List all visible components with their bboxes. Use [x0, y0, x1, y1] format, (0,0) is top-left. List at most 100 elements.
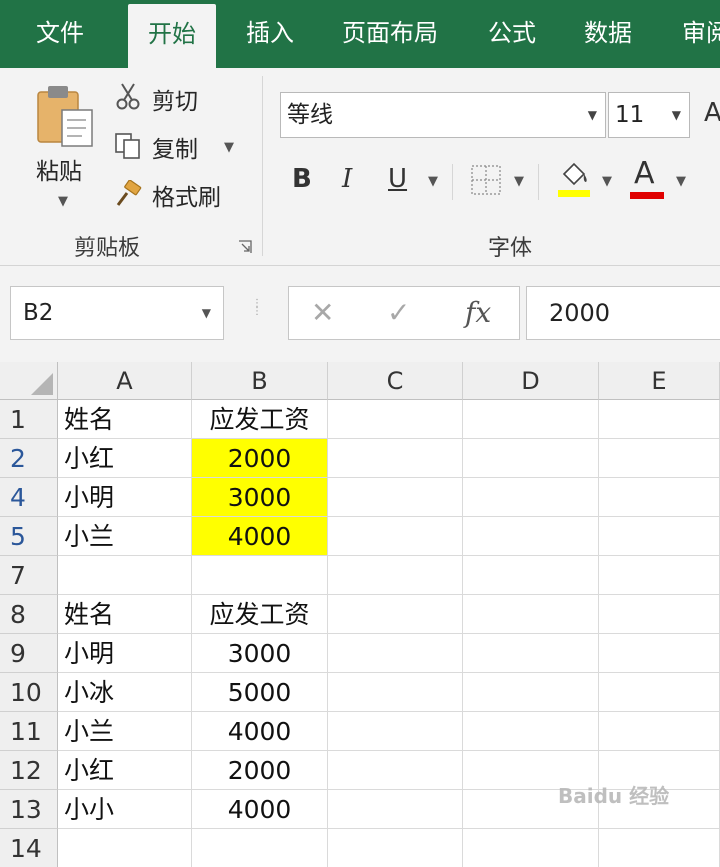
cell-e[interactable]	[599, 556, 720, 595]
formula-input[interactable]: 2000	[526, 286, 720, 340]
insert-function-button[interactable]: fx	[465, 287, 491, 339]
row-header[interactable]: 1	[0, 400, 58, 439]
cell-a[interactable]: 小兰	[58, 517, 192, 556]
cell-e[interactable]	[599, 400, 720, 439]
cancel-icon[interactable]: ✕	[311, 287, 334, 339]
borders-dropdown-icon[interactable]: ▼	[514, 174, 524, 189]
cell-e[interactable]	[599, 517, 720, 556]
cut-button[interactable]: 剪切	[152, 82, 198, 116]
cell-b[interactable]: 2000	[192, 439, 328, 478]
cell-d[interactable]	[463, 556, 599, 595]
row-header[interactable]: 10	[0, 673, 58, 712]
cell-c[interactable]	[328, 439, 463, 478]
cell-c[interactable]	[328, 634, 463, 673]
cell-e[interactable]	[599, 439, 720, 478]
row-header[interactable]: 9	[0, 634, 58, 673]
cell-a[interactable]	[58, 829, 192, 867]
cell-e[interactable]	[599, 829, 720, 867]
cell-b[interactable]	[192, 556, 328, 595]
cell-a[interactable]: 姓名	[58, 595, 192, 634]
cell-b[interactable]: 2000	[192, 751, 328, 790]
tab-review[interactable]: 审阅	[682, 0, 720, 68]
cell-c[interactable]	[328, 751, 463, 790]
cell-c[interactable]	[328, 478, 463, 517]
row-header[interactable]: 7	[0, 556, 58, 595]
cell-e[interactable]	[599, 634, 720, 673]
cell-d[interactable]	[463, 634, 599, 673]
cell-a[interactable]: 小小	[58, 790, 192, 829]
row-header[interactable]: 4	[0, 478, 58, 517]
column-header-c[interactable]: C	[328, 362, 463, 400]
underline-dropdown-icon[interactable]: ▼	[428, 174, 438, 189]
underline-button[interactable]: U	[388, 164, 407, 194]
cell-c[interactable]	[328, 595, 463, 634]
column-header-e[interactable]: E	[599, 362, 720, 400]
row-header[interactable]: 5	[0, 517, 58, 556]
cell-b[interactable]: 应发工资	[192, 595, 328, 634]
row-header[interactable]: 8	[0, 595, 58, 634]
cell-b[interactable]: 应发工资	[192, 400, 328, 439]
cell-c[interactable]	[328, 829, 463, 867]
paste-button[interactable]: 粘贴	[36, 152, 82, 186]
tab-file[interactable]: 文件	[36, 0, 84, 68]
copy-button[interactable]: 复制	[152, 130, 198, 164]
cell-d[interactable]	[463, 595, 599, 634]
row-header[interactable]: 2	[0, 439, 58, 478]
copy-dropdown-icon[interactable]: ▼	[224, 140, 234, 155]
cell-d[interactable]	[463, 829, 599, 867]
paste-dropdown-icon[interactable]: ▼	[58, 194, 68, 209]
cell-a[interactable]: 小红	[58, 751, 192, 790]
cell-b[interactable]	[192, 829, 328, 867]
cell-a[interactable]	[58, 556, 192, 595]
format-painter-button[interactable]: 格式刷	[152, 178, 221, 212]
column-header-d[interactable]: D	[463, 362, 599, 400]
cell-d[interactable]	[463, 400, 599, 439]
font-color-dropdown-icon[interactable]: ▼	[676, 174, 686, 189]
row-header[interactable]: 14	[0, 829, 58, 867]
cell-d[interactable]	[463, 478, 599, 517]
cell-c[interactable]	[328, 556, 463, 595]
cell-b[interactable]: 3000	[192, 634, 328, 673]
font-name-select[interactable]: 等线 ▼	[280, 92, 606, 138]
cell-e[interactable]	[599, 478, 720, 517]
tab-formulas[interactable]: 公式	[488, 0, 536, 68]
cell-c[interactable]	[328, 712, 463, 751]
font-size-select[interactable]: 11 ▼	[608, 92, 690, 138]
tab-page-layout[interactable]: 页面布局	[342, 0, 438, 68]
cell-a[interactable]: 小红	[58, 439, 192, 478]
row-header[interactable]: 11	[0, 712, 58, 751]
cell-d[interactable]	[463, 517, 599, 556]
dialog-launcher-icon[interactable]	[238, 240, 252, 254]
cell-a[interactable]: 小兰	[58, 712, 192, 751]
cell-a[interactable]: 小明	[58, 634, 192, 673]
check-icon[interactable]: ✓	[387, 287, 410, 339]
paste-icon[interactable]	[36, 84, 94, 148]
cell-e[interactable]	[599, 712, 720, 751]
column-header-b[interactable]: B	[192, 362, 328, 400]
cell-c[interactable]	[328, 517, 463, 556]
borders-icon[interactable]	[470, 164, 502, 196]
cell-a[interactable]: 小明	[58, 478, 192, 517]
name-box[interactable]: B2 ▼	[10, 286, 224, 340]
cell-b[interactable]: 3000	[192, 478, 328, 517]
increase-font-icon[interactable]: A	[704, 98, 720, 128]
cell-d[interactable]	[463, 673, 599, 712]
column-header-a[interactable]: A	[58, 362, 192, 400]
cell-c[interactable]	[328, 790, 463, 829]
row-header[interactable]: 13	[0, 790, 58, 829]
cell-b[interactable]: 5000	[192, 673, 328, 712]
cell-a[interactable]: 小冰	[58, 673, 192, 712]
tab-home[interactable]: 开始	[128, 4, 216, 68]
font-color-button[interactable]: A	[634, 156, 655, 191]
cell-c[interactable]	[328, 400, 463, 439]
tab-insert[interactable]: 插入	[246, 0, 294, 68]
fill-color-icon[interactable]	[556, 160, 592, 200]
cell-d[interactable]	[463, 712, 599, 751]
select-all-button[interactable]	[0, 362, 58, 400]
bold-button[interactable]: B	[292, 164, 312, 194]
row-header[interactable]: 12	[0, 751, 58, 790]
resize-grip-icon[interactable]: ⋮ ⋮	[252, 299, 262, 326]
tab-data[interactable]: 数据	[584, 0, 632, 68]
cell-e[interactable]	[599, 673, 720, 712]
italic-button[interactable]: I	[342, 164, 352, 194]
